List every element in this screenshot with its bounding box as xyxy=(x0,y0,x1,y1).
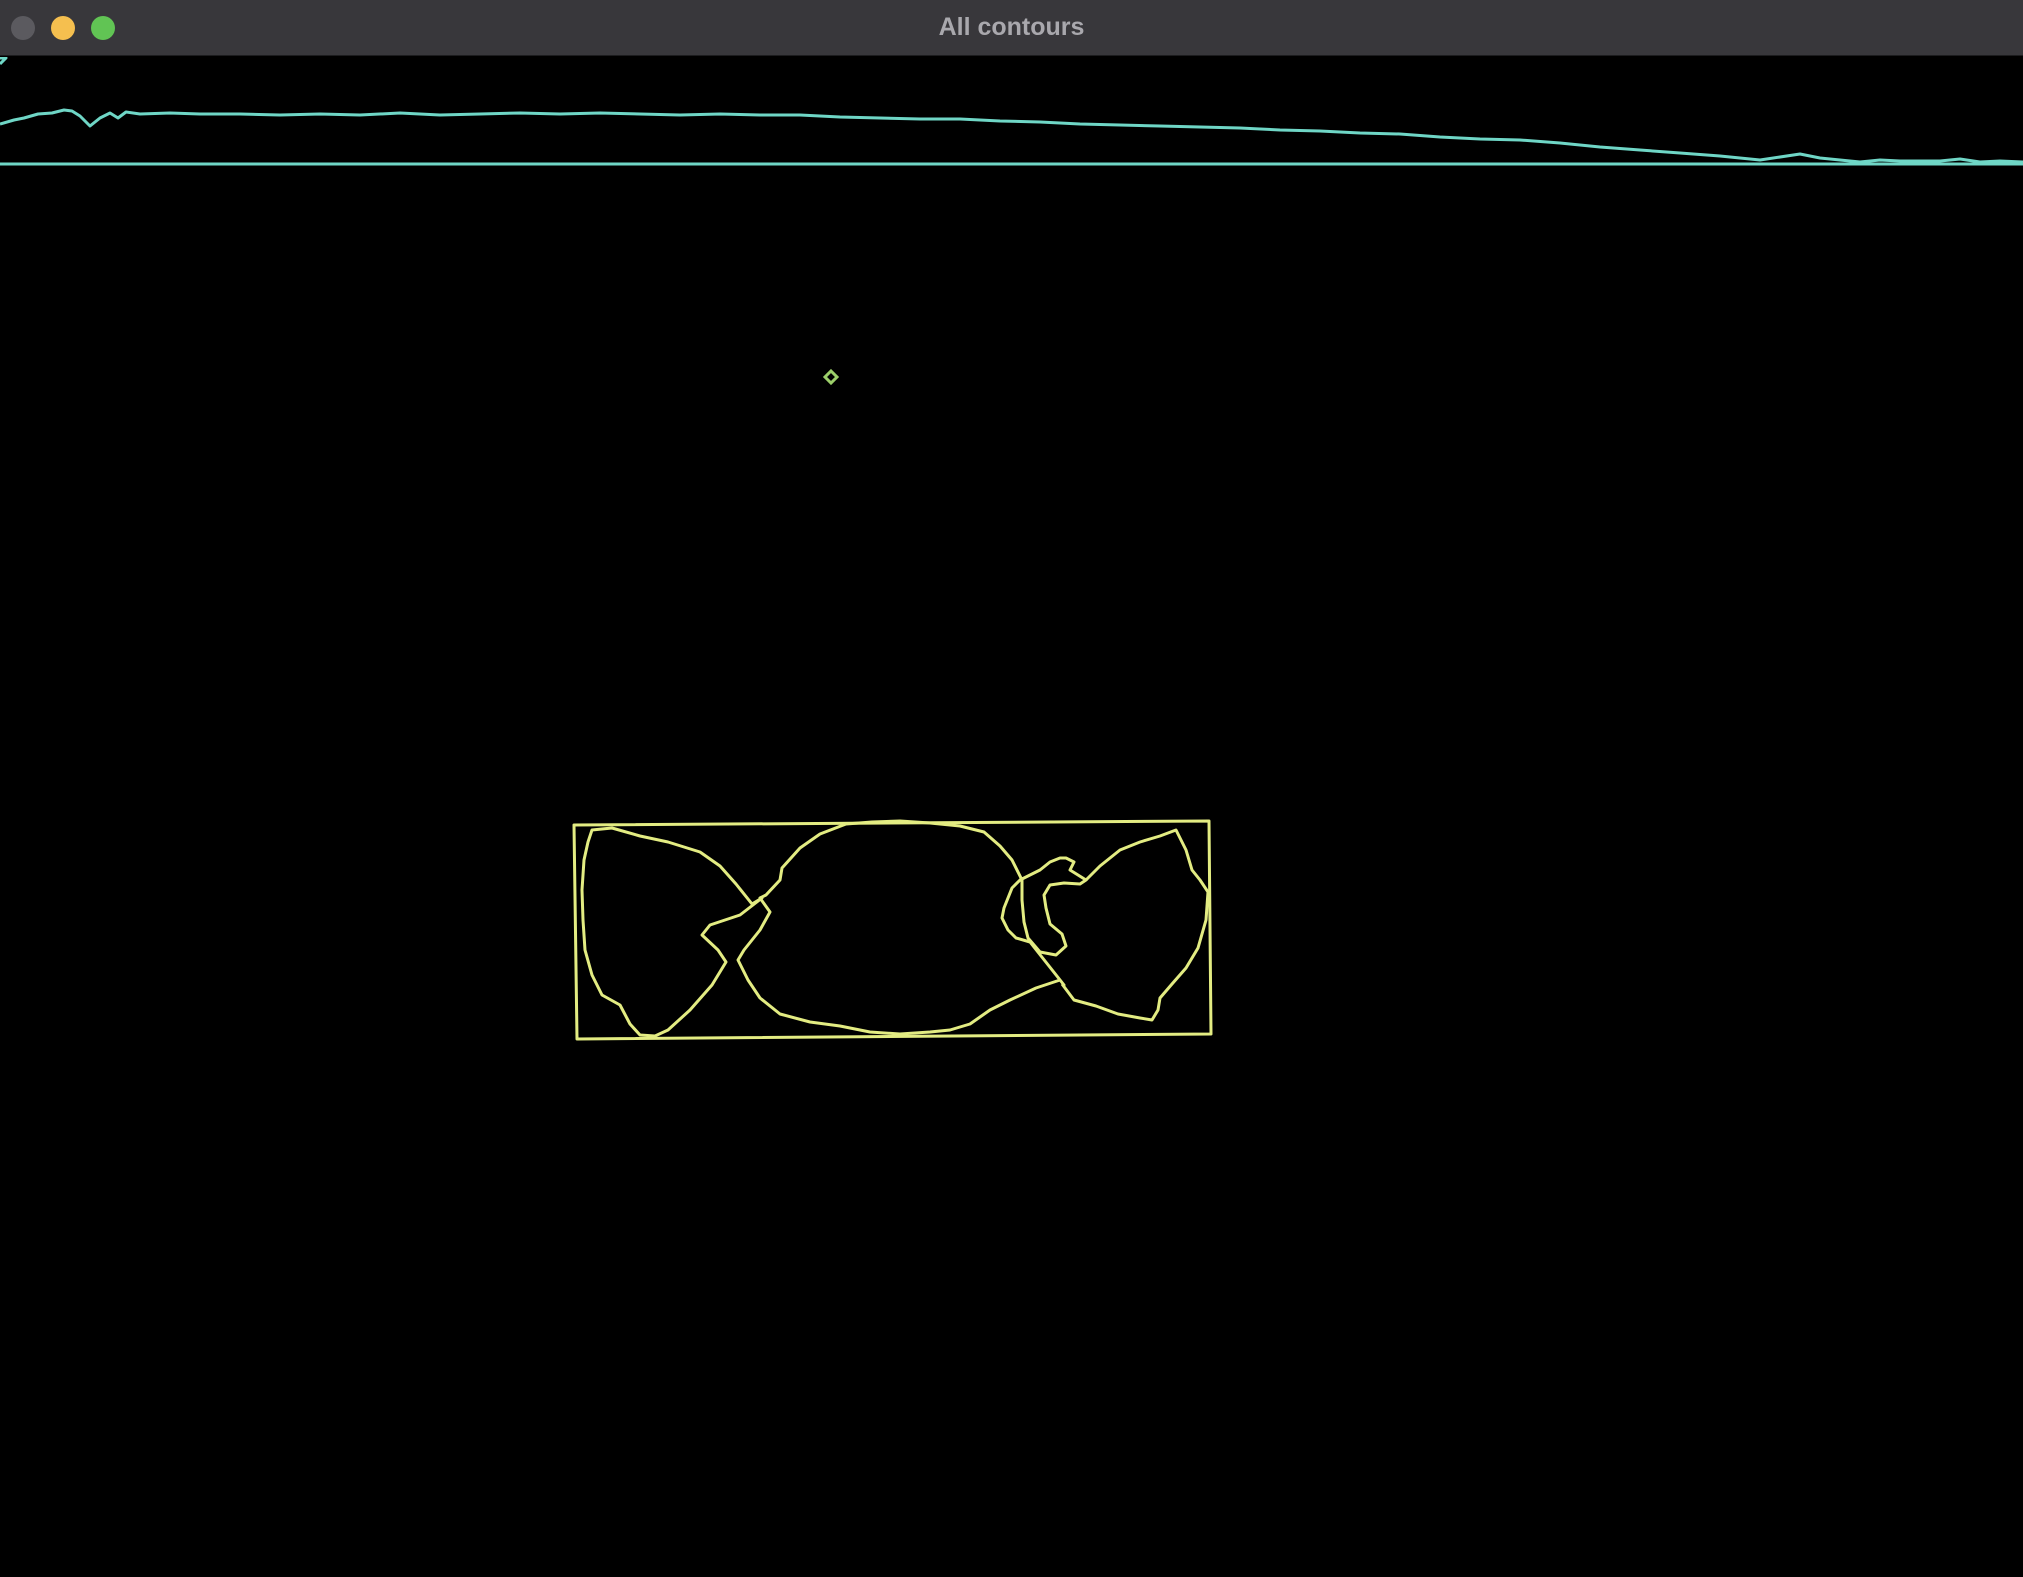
contour-image-canvas xyxy=(0,57,2023,1577)
window-title: All contours xyxy=(938,13,1085,41)
app-window: All contours xyxy=(0,0,2023,1577)
title-bar[interactable]: All contours xyxy=(0,0,2023,56)
maximize-button[interactable] xyxy=(91,16,115,40)
close-button[interactable] xyxy=(11,16,35,40)
minimize-button[interactable] xyxy=(51,16,75,40)
canvas-background xyxy=(0,57,2023,1577)
